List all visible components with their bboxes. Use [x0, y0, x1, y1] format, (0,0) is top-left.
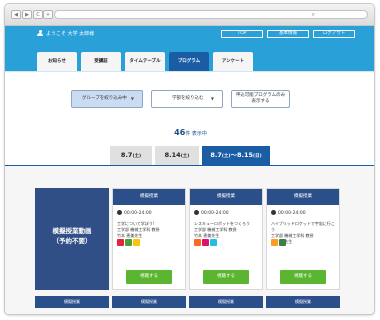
address-bar[interactable]: ⌕	[54, 10, 368, 19]
result-count-number: 46	[174, 128, 186, 137]
date-tab-date: 8.7	[210, 151, 222, 159]
sdg-icon	[117, 239, 124, 246]
chevron-down-icon: ▼	[210, 96, 214, 101]
card-header: 模擬授業	[267, 189, 339, 205]
card-header: 模擬授業	[190, 189, 262, 205]
watch-button[interactable]: 視聴する	[280, 270, 326, 284]
card-time: 00:00-24:00	[271, 210, 306, 216]
program-card: 模擬授業 00:00-24:00 レスキューロボットをつくろう 工学部 機械工学…	[189, 188, 263, 290]
site-header: ようこそ 大学 太郎様 TOP 基本情報 ログアウト お知らせ 受講証 タイムテ…	[5, 26, 374, 71]
group-filter[interactable]: グループを絞り込み中 ▼	[71, 90, 143, 108]
card-time-text: 00:00-24:00	[124, 211, 152, 216]
date-tab-date2: 8.15	[236, 151, 254, 159]
available-only-line2: 表示する	[251, 99, 270, 104]
card-description: 工学について学ぼう! 工学部 機械工学科 教授 竹本 恵美先生	[117, 221, 183, 239]
program-card: 模擬授業 00:00-24:00 ハイブリッドロケットで宇宙に行こう 工学部 機…	[266, 188, 340, 290]
back-icon[interactable]: ◀	[11, 10, 21, 19]
welcome-message: ようこそ 大学 太郎様	[37, 30, 94, 38]
date-tab-dow2: (日)	[253, 154, 262, 159]
group-filter-label: グループを絞り込み中	[82, 96, 127, 101]
sdg-icon	[125, 239, 132, 246]
clock-icon	[194, 210, 199, 215]
date-tab-dow: (土)	[132, 154, 142, 159]
card-time-text: 00:00-24:00	[278, 211, 306, 216]
tab-news[interactable]: お知らせ	[37, 52, 77, 71]
tab-program[interactable]: プログラム	[169, 52, 209, 71]
category-line2: （予約不要）	[52, 237, 92, 245]
sdg-icon	[279, 239, 286, 246]
date-tab-0814[interactable]: 8.14(土)	[155, 146, 199, 165]
card-description: レスキューロボットをつくろう 工学部 機械工学科 教授 竹本 恵美先生	[194, 221, 260, 239]
browser-toolbar: ◀ ▶ C + ⌕	[5, 4, 374, 26]
chevron-down-icon: ▼	[130, 96, 134, 101]
welcome-text: ようこそ 大学 太郎様	[46, 31, 95, 37]
department-filter-label: 学部を絞り込む	[172, 96, 204, 101]
next-row-header: 模擬授業	[189, 296, 263, 308]
sdg-icon	[133, 239, 140, 246]
program-card: 模擬授業 00:00-24:00 工学について学ぼう! 工学部 機械工学科 教授…	[112, 188, 186, 290]
search-icon: ⌕	[311, 11, 315, 18]
available-only-button[interactable]: 申込可能プログラムのみ 表示する	[231, 90, 290, 108]
watch-button[interactable]: 視聴する	[126, 270, 172, 284]
sdg-icon	[210, 239, 217, 246]
sdg-icon	[194, 239, 201, 246]
next-row-header: 模擬授業	[112, 296, 186, 308]
date-tab-dow: (土)	[180, 154, 190, 159]
category-label: 模擬授業動画 （予約不要）	[35, 188, 109, 290]
result-count: 46件 表示中	[5, 128, 374, 137]
new-tab-icon[interactable]: +	[43, 10, 53, 19]
date-tab-0807-0815[interactable]: 8.7(土)〜8.15(日)	[202, 146, 270, 165]
date-tab-date: 8.14	[164, 151, 181, 159]
top-button[interactable]: TOP	[221, 30, 263, 38]
tab-certificate[interactable]: 受講証	[81, 52, 121, 71]
reload-icon[interactable]: C	[33, 10, 43, 19]
card-time: 00:00-24:00	[117, 210, 152, 216]
date-tab-date: 8.7	[120, 151, 133, 159]
clock-icon	[271, 210, 276, 215]
next-row-header: 模擬授業	[35, 296, 109, 308]
forward-icon[interactable]: ▶	[22, 10, 32, 19]
clock-icon	[117, 210, 122, 215]
sdg-icon	[271, 239, 278, 246]
department-filter[interactable]: 学部を絞り込む ▼	[151, 90, 223, 108]
card-header: 模擬授業	[113, 189, 185, 205]
tab-survey[interactable]: アンケート	[213, 52, 253, 71]
category-line1: 模擬授業動画	[52, 227, 92, 235]
tab-timetable[interactable]: タイムテーブル	[125, 52, 165, 71]
user-icon	[37, 30, 43, 36]
card-time: 00:00-24:00	[194, 210, 229, 216]
watch-button[interactable]: 視聴する	[203, 270, 249, 284]
next-row-header: 模擬授業	[266, 296, 340, 308]
logout-button[interactable]: ログアウト	[313, 30, 355, 38]
card-time-text: 00:00-24:00	[201, 211, 229, 216]
result-count-suffix: 件 表示中	[185, 131, 207, 137]
card-title: ハイブリッドロケットで宇宙に行こう	[271, 221, 335, 232]
sdg-icon	[202, 239, 209, 246]
divider	[5, 71, 374, 72]
date-tab-0807[interactable]: 8.7(土)	[110, 146, 152, 165]
basic-info-button[interactable]: 基本情報	[267, 30, 309, 38]
browser-window: ◀ ▶ C + ⌕ ようこそ 大学 太郎様 TOP 基本情報 ログアウト お知ら…	[4, 3, 375, 315]
